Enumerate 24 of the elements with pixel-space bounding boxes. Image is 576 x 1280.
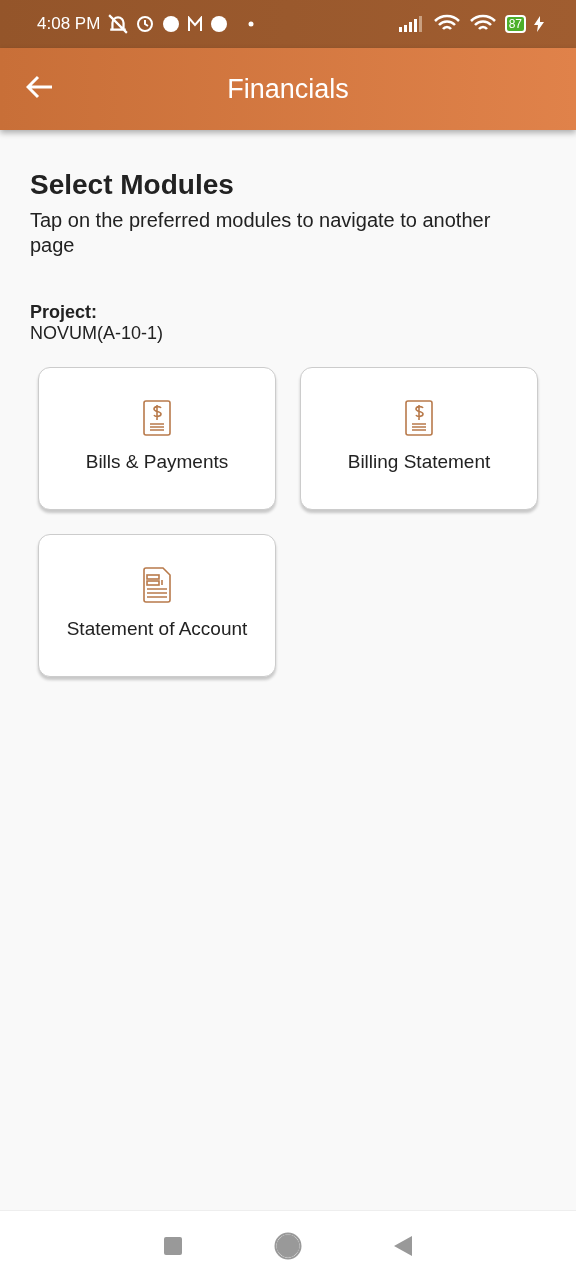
- module-card[interactable]: Statement of Account: [38, 533, 276, 677]
- battery-indicator: 87: [504, 15, 526, 33]
- module-card[interactable]: Bills & Payments: [38, 366, 276, 510]
- page-title: Financials: [227, 72, 349, 106]
- mail-icon: [188, 16, 203, 32]
- dot-icon: [248, 21, 255, 27]
- dollar-document-icon: [143, 400, 171, 437]
- status-time: 4:08 PM: [37, 13, 101, 36]
- recent-apps-button[interactable]: [164, 1236, 182, 1255]
- home-button[interactable]: [274, 1231, 302, 1260]
- charging-icon: [534, 16, 544, 32]
- instruction-text: Tap on the preferred modules to navigate to another page: [30, 207, 492, 258]
- module-card[interactable]: Billing Statement: [300, 366, 538, 510]
- dollar-document-icon: [405, 400, 433, 437]
- app-notification-icon: [210, 15, 229, 33]
- back-nav-button[interactable]: [394, 1235, 412, 1256]
- muted-bell-icon: [108, 14, 129, 34]
- project-label: Project:: [30, 301, 99, 324]
- app-notification-icon: [162, 15, 181, 33]
- project-value: NOVUM(A-10-1): [30, 323, 164, 345]
- statement-document-icon: [143, 567, 171, 604]
- section-heading: Select Modules: [30, 168, 235, 202]
- alarm-icon: [136, 15, 155, 33]
- signal-icon: [398, 16, 425, 32]
